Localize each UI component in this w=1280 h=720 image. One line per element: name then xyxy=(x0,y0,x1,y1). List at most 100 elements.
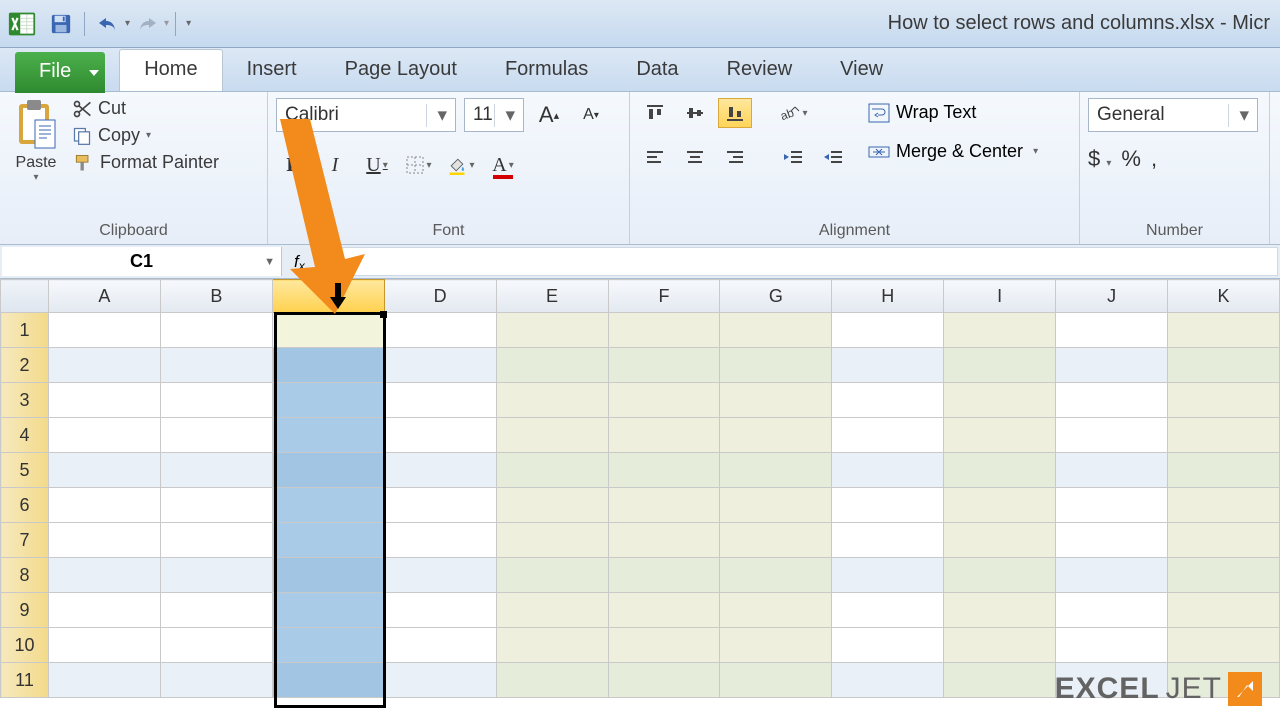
cell-A1[interactable] xyxy=(48,313,160,348)
cell-E2[interactable] xyxy=(496,348,608,383)
column-header-J[interactable]: J xyxy=(1056,280,1168,313)
cell-J1[interactable] xyxy=(1056,313,1168,348)
cell-F10[interactable] xyxy=(608,628,720,663)
tab-page-layout[interactable]: Page Layout xyxy=(321,50,481,91)
italic-button[interactable]: I xyxy=(318,148,352,182)
cell-A11[interactable] xyxy=(48,663,160,698)
cell-C9[interactable] xyxy=(272,593,384,628)
row-header-7[interactable]: 7 xyxy=(1,523,49,558)
cell-I1[interactable] xyxy=(944,313,1056,348)
cell-B5[interactable] xyxy=(160,453,272,488)
cell-K7[interactable] xyxy=(1168,523,1280,558)
align-middle-button[interactable] xyxy=(678,98,712,128)
cell-D1[interactable] xyxy=(384,313,496,348)
copy-button[interactable]: Copy ▾ xyxy=(72,125,219,146)
tab-formulas[interactable]: Formulas xyxy=(481,50,612,91)
font-color-button[interactable]: A xyxy=(486,148,520,182)
align-right-button[interactable] xyxy=(718,142,752,172)
cell-B8[interactable] xyxy=(160,558,272,593)
column-header-F[interactable]: F xyxy=(608,280,720,313)
cell-D3[interactable] xyxy=(384,383,496,418)
tab-data[interactable]: Data xyxy=(612,50,702,91)
row-header-4[interactable]: 4 xyxy=(1,418,49,453)
cell-D4[interactable] xyxy=(384,418,496,453)
cell-C2[interactable] xyxy=(272,348,384,383)
cell-E10[interactable] xyxy=(496,628,608,663)
cell-H10[interactable] xyxy=(832,628,944,663)
cell-C8[interactable] xyxy=(272,558,384,593)
cell-D8[interactable] xyxy=(384,558,496,593)
cell-G5[interactable] xyxy=(720,453,832,488)
font-size-combo[interactable]: 11▾ xyxy=(464,98,524,132)
cell-F7[interactable] xyxy=(608,523,720,558)
cell-F2[interactable] xyxy=(608,348,720,383)
number-format-combo[interactable]: General▾ xyxy=(1088,98,1258,132)
column-header-I[interactable]: I xyxy=(944,280,1056,313)
cell-K8[interactable] xyxy=(1168,558,1280,593)
cell-D9[interactable] xyxy=(384,593,496,628)
cell-H7[interactable] xyxy=(832,523,944,558)
borders-button[interactable] xyxy=(402,148,436,182)
cell-J4[interactable] xyxy=(1056,418,1168,453)
row-header-1[interactable]: 1 xyxy=(1,313,49,348)
decrease-indent-button[interactable] xyxy=(776,142,810,172)
column-header-C[interactable]: C xyxy=(272,280,384,313)
align-left-button[interactable] xyxy=(638,142,672,172)
underline-button[interactable]: U xyxy=(360,148,394,182)
cell-E6[interactable] xyxy=(496,488,608,523)
name-box[interactable]: C1▼ xyxy=(2,247,282,276)
cell-B10[interactable] xyxy=(160,628,272,663)
row-header-9[interactable]: 9 xyxy=(1,593,49,628)
column-header-D[interactable]: D xyxy=(384,280,496,313)
cell-F6[interactable] xyxy=(608,488,720,523)
cell-B9[interactable] xyxy=(160,593,272,628)
save-button[interactable] xyxy=(46,9,76,39)
cell-B6[interactable] xyxy=(160,488,272,523)
comma-button[interactable]: , xyxy=(1151,146,1157,172)
cell-I11[interactable] xyxy=(944,663,1056,698)
column-header-A[interactable]: A xyxy=(48,280,160,313)
cell-H8[interactable] xyxy=(832,558,944,593)
wrap-text-button[interactable]: Wrap Text xyxy=(862,98,1044,127)
cell-A6[interactable] xyxy=(48,488,160,523)
cell-E4[interactable] xyxy=(496,418,608,453)
align-top-button[interactable] xyxy=(638,98,672,128)
cell-I4[interactable] xyxy=(944,418,1056,453)
percent-button[interactable]: % xyxy=(1121,146,1141,172)
cell-H4[interactable] xyxy=(832,418,944,453)
cell-K2[interactable] xyxy=(1168,348,1280,383)
cell-G6[interactable] xyxy=(720,488,832,523)
cell-G8[interactable] xyxy=(720,558,832,593)
cell-D2[interactable] xyxy=(384,348,496,383)
select-all-corner[interactable] xyxy=(1,280,49,313)
cell-I2[interactable] xyxy=(944,348,1056,383)
cell-C5[interactable] xyxy=(272,453,384,488)
cell-E3[interactable] xyxy=(496,383,608,418)
cell-D6[interactable] xyxy=(384,488,496,523)
fx-label[interactable]: fx xyxy=(284,245,316,278)
cell-G10[interactable] xyxy=(720,628,832,663)
formula-input[interactable] xyxy=(318,247,1278,276)
shrink-font-button[interactable]: A▾ xyxy=(574,98,608,132)
cell-F8[interactable] xyxy=(608,558,720,593)
cell-G4[interactable] xyxy=(720,418,832,453)
cell-D5[interactable] xyxy=(384,453,496,488)
merge-center-button[interactable]: Merge & Center▾ xyxy=(862,137,1044,166)
cell-H11[interactable] xyxy=(832,663,944,698)
cell-E11[interactable] xyxy=(496,663,608,698)
cut-button[interactable]: Cut xyxy=(72,98,219,119)
cell-G2[interactable] xyxy=(720,348,832,383)
cell-F5[interactable] xyxy=(608,453,720,488)
cell-J5[interactable] xyxy=(1056,453,1168,488)
cell-J6[interactable] xyxy=(1056,488,1168,523)
paste-button[interactable]: Paste ▾ xyxy=(8,98,64,183)
cell-A3[interactable] xyxy=(48,383,160,418)
row-header-3[interactable]: 3 xyxy=(1,383,49,418)
cell-A7[interactable] xyxy=(48,523,160,558)
cell-F9[interactable] xyxy=(608,593,720,628)
cell-D11[interactable] xyxy=(384,663,496,698)
row-header-5[interactable]: 5 xyxy=(1,453,49,488)
row-header-10[interactable]: 10 xyxy=(1,628,49,663)
cell-J3[interactable] xyxy=(1056,383,1168,418)
cell-C10[interactable] xyxy=(272,628,384,663)
